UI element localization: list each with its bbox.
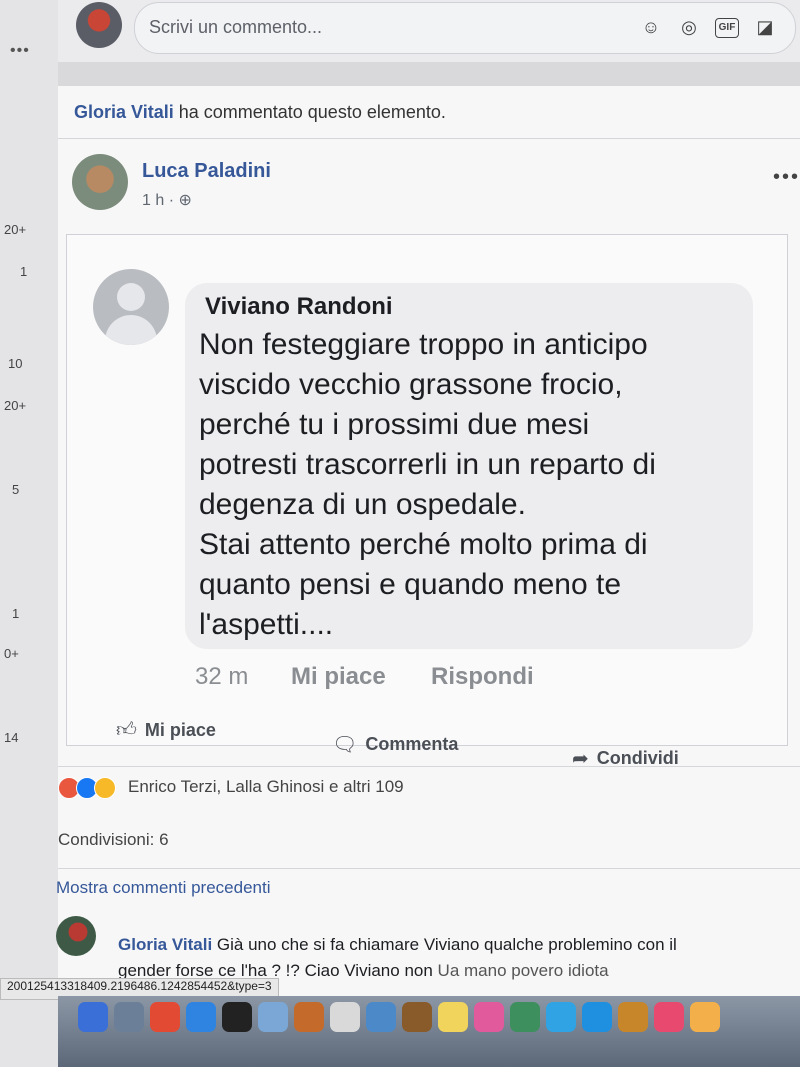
comment-input[interactable]: Scrivi un commento... ☺ ◎ GIF ◪ [134,2,796,54]
comment-author[interactable]: Gloria Vitali [118,935,212,954]
dock-app-icon[interactable] [186,1002,216,1032]
dock-app-icon[interactable] [438,1002,468,1032]
dock-app-icon[interactable] [474,1002,504,1032]
dock-app-icon[interactable] [654,1002,684,1032]
dock-app-icon[interactable] [150,1002,180,1032]
comment-composer: Scrivi un commento... ☺ ◎ GIF ◪ [58,0,800,62]
speech-bubble-icon: 🗨︎ [332,734,358,756]
sticker-icon[interactable]: ◪ [753,15,777,39]
comment-line: perché tu i prossimi due mesi [199,408,590,441]
dock [58,996,800,1067]
camera-icon[interactable]: ◎ [677,15,701,39]
more-options-icon[interactable]: ••• [773,166,800,189]
shares-count[interactable]: Condivisioni: 6 [58,830,169,850]
gutter-count: 10 [8,356,23,371]
comment-body: Non festeggiare troppo in anticipo visci… [199,325,739,645]
comment-placeholder: Scrivi un commento... [149,17,323,37]
dock-app-icon[interactable] [690,1002,720,1032]
reaction-icons [58,777,116,799]
gutter-count: 1 [20,264,28,279]
gif-icon[interactable]: GIF [715,18,739,38]
comment-age: 32 m [195,663,249,690]
avatar[interactable] [72,154,128,210]
comment-line: quanto pensi e quando meno te [199,568,622,601]
comment-line: l'aspetti.... [199,608,334,641]
gutter-count: 20+ [4,222,27,237]
post-author[interactable]: Luca Paladini [142,160,271,183]
comment-truncated: Ua mano povero idiota [437,961,609,980]
post-card: Gloria Vitali ha commentato questo eleme… [56,86,800,1067]
dock-app-icon[interactable] [222,1002,252,1032]
avatar[interactable] [76,2,122,48]
dock-app-icon[interactable] [294,1002,324,1032]
comment-line: potresti trascorrerli in un reparto di [199,448,656,481]
thumbs-up-icon: 👍︎ [116,719,137,741]
like-button[interactable]: 👍︎ Mi piace [116,718,216,742]
activity-author[interactable]: Gloria Vitali [74,102,174,122]
avatar[interactable] [56,916,96,956]
show-previous-comments-link[interactable]: Mostra commenti precedenti [56,878,270,898]
comment-line: viscido vecchio grassone frocio, [199,368,623,401]
reactions-summary[interactable]: Enrico Terzi, Lalla Ghinosi e altri 109 [58,766,800,807]
left-gutter: ••• 20+ 1 10 20+ 5 1 0+ 14 [0,0,58,1067]
activity-note: Gloria Vitali ha commentato questo eleme… [74,102,446,123]
post-action-bar: 👍︎ Mi piace 🗨︎ Commenta ➦ Condividi [58,706,800,770]
comment-line: degenza di un ospedale. [199,488,526,521]
sad-reaction-icon [94,777,116,799]
gutter-count: 1 [12,606,20,621]
dock-app-icon[interactable] [330,1002,360,1032]
divider [58,868,800,869]
gutter-menu-icon[interactable]: ••• [10,42,30,60]
default-avatar-icon [93,269,169,345]
divider [58,138,800,139]
comment-bubble: Viviano Randoni Non festeggiare troppo i… [185,283,753,649]
dock-app-icon[interactable] [546,1002,576,1032]
comment-reply-label: Rispondi [431,663,534,690]
comment-line: Stai attento perché molto prima di [199,528,648,561]
emoji-icon[interactable]: ☺ [639,15,663,39]
comment: Gloria Vitali Già uno che si fa chiamare… [118,932,678,984]
gutter-count: 5 [12,482,20,497]
dock-app-icon[interactable] [114,1002,144,1032]
comment-author: Viviano Randoni [205,293,393,320]
dock-app-icon[interactable] [510,1002,540,1032]
post-timestamp[interactable]: 1 h · ⊕ [142,190,192,210]
dock-app-icon[interactable] [582,1002,612,1032]
comment-like-label: Mi piace [291,663,386,690]
gutter-count: 0+ [4,646,19,661]
comment-button[interactable]: 🗨︎ Commenta [332,732,458,757]
reactions-names[interactable]: Enrico Terzi, Lalla Ghinosi e altri 109 [128,777,404,797]
dock-icons [78,1002,720,1032]
gutter-count: 14 [4,730,19,745]
composer-icons: ☺ ◎ GIF ◪ [639,15,777,39]
post-image[interactable]: Viviano Randoni Non festeggiare troppo i… [66,234,788,746]
like-label: Mi piace [144,719,216,740]
dock-app-icon[interactable] [366,1002,396,1032]
dock-app-icon[interactable] [258,1002,288,1032]
dock-app-icon[interactable] [618,1002,648,1032]
comment-label: Commenta [365,734,459,754]
comment-line: Non festeggiare troppo in anticipo [199,328,648,361]
dock-app-icon[interactable] [402,1002,432,1032]
activity-text: ha commentato questo elemento. [178,102,446,122]
dock-app-icon[interactable] [78,1002,108,1032]
gutter-count: 20+ [4,398,27,413]
